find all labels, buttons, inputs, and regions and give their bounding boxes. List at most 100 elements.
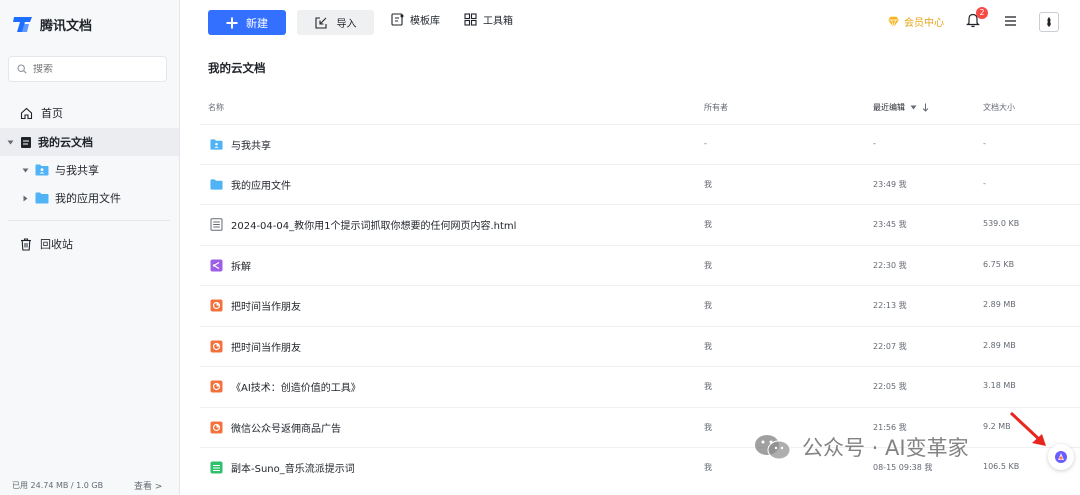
import-icon: [314, 16, 327, 29]
home-icon: [20, 107, 33, 119]
file-name-cell: 把时间当作朋友: [210, 298, 301, 313]
caret-down-icon[interactable]: [910, 105, 917, 110]
owner-cell: 我: [704, 301, 712, 310]
modified-cell: 23:45 我: [873, 220, 907, 229]
file-name[interactable]: 《AI技术：创造价值的工具》: [231, 379, 361, 394]
size-cell: 3.18 MB: [983, 381, 1016, 390]
sidebar-item-trash[interactable]: 回收站: [0, 230, 179, 258]
toolbox-label: 工具箱: [483, 16, 513, 27]
user-avatar-icon: [1047, 17, 1051, 27]
file-name[interactable]: 2024-04-04_教你用1个提示词抓取你想要的任何网页内容.html: [231, 217, 516, 232]
template-icon: [391, 13, 404, 26]
owner-cell: 我: [704, 382, 712, 391]
slides-icon: [210, 340, 223, 353]
owner-cell: -: [704, 139, 707, 148]
ai-assistant-button[interactable]: [1048, 444, 1074, 470]
sort-arrow-down-icon[interactable]: [922, 103, 929, 112]
plus-icon: [226, 17, 238, 28]
file-name-cell: 把时间当作朋友: [210, 339, 301, 354]
slides-icon: [210, 421, 223, 434]
toolbox-button[interactable]: 工具箱: [464, 12, 513, 27]
storage-usage: 已用 24.74 MB / 1.0 GB: [12, 481, 104, 490]
template-library-button[interactable]: 模板库: [391, 12, 440, 27]
modified-cell: 22:07 我: [873, 342, 907, 351]
file-name[interactable]: 与我共享: [231, 137, 271, 152]
size-cell: 2.89 MB: [983, 341, 1016, 350]
chevron-down-icon[interactable]: [22, 167, 29, 174]
table-row[interactable]: 我的应用文件 我 23:49 我 -: [200, 164, 1080, 204]
file-name-cell: 《AI技术：创造价值的工具》: [210, 379, 361, 394]
chevron-right-icon[interactable]: [22, 195, 29, 202]
modified-cell: 22:30 我: [873, 261, 907, 270]
owner-cell: 我: [704, 220, 712, 229]
sheet-icon: [210, 461, 223, 474]
sidebar: 腾讯文档 首页 我的云文档: [0, 0, 180, 495]
size-cell: 9.2 MB: [983, 422, 1011, 431]
column-header-size[interactable]: 文档大小: [983, 102, 1015, 113]
table-row[interactable]: 拆解 我 22:30 我 6.75 KB: [200, 245, 1080, 285]
app-logo[interactable]: 腾讯文档: [12, 14, 92, 34]
grid-icon: [464, 13, 477, 26]
sidebar-item-label: 我的云文档: [38, 136, 93, 149]
file-name[interactable]: 微信公众号返佣商品广告: [231, 420, 341, 435]
modified-cell: 23:49 我: [873, 180, 907, 189]
owner-cell: 我: [704, 261, 712, 270]
owner-cell: 我: [704, 423, 712, 432]
owner-cell: 我: [704, 342, 712, 351]
size-cell: -: [983, 139, 986, 148]
import-button[interactable]: 导入: [297, 10, 374, 35]
vip-center-link[interactable]: 会员中心: [887, 14, 944, 29]
sidebar-item-my-docs[interactable]: 我的云文档: [0, 128, 179, 156]
file-name-cell: 2024-04-04_教你用1个提示词抓取你想要的任何网页内容.html: [210, 217, 516, 232]
file-name[interactable]: 我的应用文件: [231, 177, 291, 192]
app-window: 腾讯文档 首页 我的云文档: [0, 0, 1080, 495]
column-header-modified-label: 最近编辑: [873, 103, 905, 112]
file-name-cell: 拆解: [210, 258, 251, 273]
mindmap-icon: [210, 259, 223, 272]
trash-icon: [21, 237, 31, 251]
page-title: 我的云文档: [208, 61, 266, 75]
search-input[interactable]: [33, 63, 153, 75]
column-header-modified[interactable]: 最近编辑: [873, 102, 929, 113]
vip-center-label: 会员中心: [904, 18, 944, 29]
shared-folder-icon: [210, 139, 223, 150]
chevron-down-icon[interactable]: [7, 139, 14, 146]
sidebar-item-home[interactable]: 首页: [0, 99, 179, 127]
table-row[interactable]: 与我共享 - - -: [200, 124, 1080, 164]
file-name-cell: 与我共享: [210, 137, 271, 152]
folder-icon: [210, 179, 223, 190]
slides-icon: [210, 299, 223, 312]
search-box[interactable]: [8, 56, 167, 82]
sidebar-item-label: 与我共享: [55, 164, 99, 177]
search-icon: [17, 64, 27, 74]
file-name[interactable]: 副本-Suno_音乐流派提示词: [231, 460, 355, 475]
column-header-name[interactable]: 名称: [208, 102, 224, 113]
notification-badge: 2: [976, 7, 988, 19]
modified-cell: 08-15 09:38 我: [873, 463, 933, 472]
column-header-owner[interactable]: 所有者: [704, 102, 728, 113]
file-name[interactable]: 把时间当作朋友: [231, 298, 301, 313]
owner-cell: 我: [704, 180, 712, 189]
file-name-cell: 副本-Suno_音乐流派提示词: [210, 460, 355, 475]
sidebar-item-app-files[interactable]: 我的应用文件: [0, 184, 179, 212]
owner-cell: 我: [704, 463, 712, 472]
avatar[interactable]: [1039, 12, 1059, 32]
table-row[interactable]: 2024-04-04_教你用1个提示词抓取你想要的任何网页内容.html 我 2…: [200, 204, 1080, 244]
modified-cell: 22:13 我: [873, 301, 907, 310]
doc-folder-icon: [21, 136, 31, 148]
table-row[interactable]: 把时间当作朋友 我 22:07 我 2.89 MB: [200, 326, 1080, 366]
sidebar-item-label: 我的应用文件: [55, 192, 121, 205]
table-row[interactable]: 把时间当作朋友 我 22:13 我 2.89 MB: [200, 285, 1080, 325]
file-name-cell: 微信公众号返佣商品广告: [210, 420, 341, 435]
new-button[interactable]: 新建: [208, 10, 286, 35]
app-name: 腾讯文档: [40, 18, 93, 34]
storage-view-link[interactable]: 查看 >: [134, 479, 162, 492]
folder-icon: [35, 192, 49, 204]
sidebar-item-label: 首页: [41, 107, 63, 120]
hamburger-menu-icon[interactable]: [1004, 15, 1017, 27]
sidebar-item-shared[interactable]: 与我共享: [0, 156, 179, 184]
file-name[interactable]: 把时间当作朋友: [231, 339, 301, 354]
file-name[interactable]: 拆解: [231, 258, 251, 273]
sidebar-divider: [8, 220, 170, 221]
table-row[interactable]: 《AI技术：创造价值的工具》 我 22:05 我 3.18 MB: [200, 366, 1080, 406]
